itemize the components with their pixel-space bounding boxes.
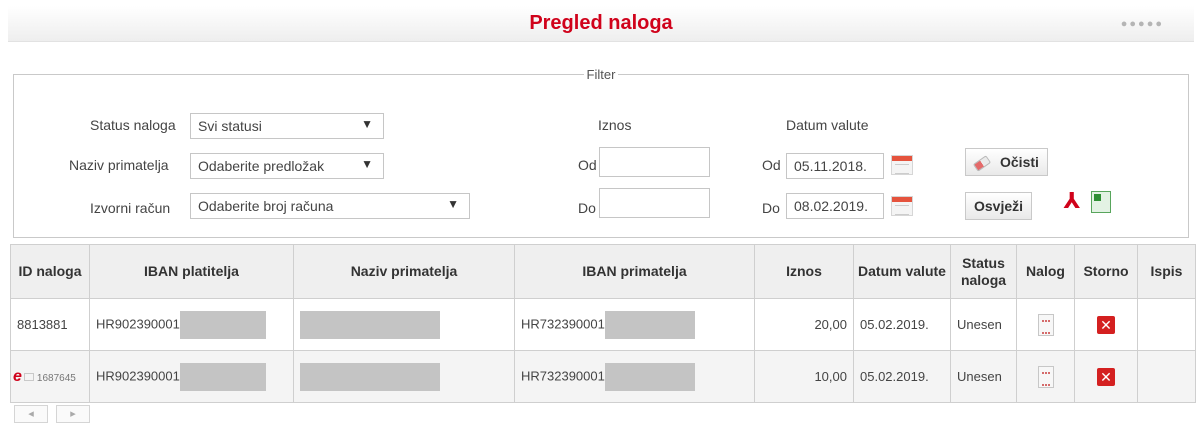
- cell-print: [1137, 350, 1196, 403]
- pdf-icon[interactable]: ⅄: [1062, 189, 1082, 213]
- status-label: Status naloga: [90, 117, 176, 133]
- col-iban-payer[interactable]: IBAN platitelja: [89, 244, 294, 299]
- amount-to-input[interactable]: [599, 188, 710, 218]
- redacted-block: [300, 362, 440, 391]
- redacted-block: [604, 362, 695, 391]
- chevron-down-icon: ▼: [447, 197, 459, 211]
- page-header: Pregled naloga ●●●●●: [8, 6, 1194, 42]
- iban-recipient-text: HR732390001: [521, 367, 605, 383]
- clear-button-label: Očisti: [1000, 154, 1039, 170]
- cell-cancel: ✕: [1074, 350, 1138, 403]
- calendar-icon[interactable]: [891, 155, 913, 175]
- id-text: 1687645: [36, 372, 76, 384]
- cell-cancel: ✕: [1074, 298, 1138, 351]
- eraser-icon: [972, 155, 992, 172]
- calendar-icon[interactable]: [891, 196, 913, 216]
- checkbox-icon[interactable]: [23, 372, 34, 381]
- cell-order: [1016, 298, 1075, 351]
- document-icon[interactable]: [1037, 313, 1054, 336]
- cell-recipient: [293, 350, 515, 403]
- page-title: Pregled naloga: [529, 12, 673, 34]
- cell-id: e 1687645: [10, 350, 90, 403]
- chevron-down-icon: ▼: [361, 157, 373, 171]
- cell-date: 05.02.2019.: [853, 350, 951, 403]
- cell-recipient: [293, 298, 515, 351]
- orders-table: ID naloga IBAN platitelja Naziv primatel…: [10, 244, 1196, 403]
- cell-print: [1137, 298, 1196, 351]
- cell-status: Unesen: [950, 298, 1017, 351]
- col-recipient[interactable]: Naziv primatelja: [293, 244, 515, 299]
- col-id[interactable]: ID naloga: [10, 244, 90, 299]
- redacted-block: [604, 310, 695, 339]
- source-account-value: Odaberite broj računa: [198, 198, 334, 214]
- cell-iban-payer: HR902390001: [89, 350, 294, 403]
- cell-order: [1016, 350, 1075, 403]
- cancel-x-icon[interactable]: ✕: [1097, 367, 1115, 386]
- redacted-block: [300, 310, 440, 339]
- col-iban-recipient[interactable]: IBAN primatelja: [514, 244, 755, 299]
- amount-label: Iznos: [598, 117, 632, 133]
- document-icon[interactable]: [1037, 365, 1054, 388]
- iban-recipient-text: HR732390001: [521, 315, 605, 331]
- redacted-block: [179, 310, 266, 339]
- cell-id: 8813881: [10, 298, 90, 351]
- cell-date: 05.02.2019.: [853, 298, 951, 351]
- excel-icon[interactable]: [1091, 191, 1111, 213]
- cell-iban-recipient: HR732390001: [514, 298, 755, 351]
- refresh-button-label: Osvježi: [974, 198, 1024, 214]
- recipient-value: Odaberite predložak: [198, 158, 325, 174]
- prev-page-button[interactable]: ◂: [14, 405, 48, 423]
- cell-amount: 10,00: [754, 350, 854, 403]
- recipient-select[interactable]: Odaberite predložak ▼: [190, 153, 384, 179]
- cell-amount: 20,00: [754, 298, 854, 351]
- table-row[interactable]: e 1687645 HR902390001 HR732390001 10,00 0…: [10, 350, 1196, 403]
- source-account-select[interactable]: Odaberite broj računa ▼: [190, 193, 470, 219]
- chevron-down-icon: ▼: [361, 117, 373, 131]
- redacted-block: [179, 362, 266, 391]
- recipient-label: Naziv primatelja: [69, 157, 169, 173]
- filter-legend: Filter: [583, 67, 619, 82]
- e-invoice-icon[interactable]: e: [13, 368, 22, 385]
- table-row[interactable]: 8813881 HR902390001 HR732390001 20,00 05…: [10, 298, 1196, 351]
- date-from-label: Od: [762, 157, 781, 173]
- col-amount[interactable]: Iznos: [754, 244, 854, 299]
- filter-panel: Filter Status naloga Svi statusi ▼ Naziv…: [13, 67, 1189, 238]
- cell-iban-payer: HR902390001: [89, 298, 294, 351]
- iban-payer-text: HR902390001: [96, 315, 180, 331]
- amount-to-label: Do: [578, 200, 596, 216]
- refresh-button[interactable]: Osvježi: [965, 192, 1033, 220]
- date-to-input[interactable]: 08.02.2019.: [786, 193, 884, 219]
- menu-dots-icon[interactable]: ●●●●●: [1121, 18, 1164, 30]
- amount-from-label: Od: [578, 157, 597, 173]
- table-header-row: ID naloga IBAN platitelja Naziv primatel…: [10, 244, 1196, 299]
- cancel-x-icon[interactable]: ✕: [1097, 315, 1115, 334]
- iban-payer-text: HR902390001: [96, 367, 180, 383]
- col-status[interactable]: Status naloga: [950, 244, 1017, 299]
- value-date-label: Datum valute: [786, 117, 869, 133]
- status-value: Svi statusi: [198, 118, 262, 134]
- date-to-label: Do: [762, 200, 780, 216]
- col-order: Nalog: [1016, 244, 1075, 299]
- cell-status: Unesen: [950, 350, 1017, 403]
- source-account-label: Izvorni račun: [90, 200, 171, 216]
- date-from-input[interactable]: 05.11.2018.: [786, 153, 884, 179]
- col-cancel: Storno: [1074, 244, 1138, 299]
- cell-iban-recipient: HR732390001: [514, 350, 755, 403]
- col-print: Ispis: [1137, 244, 1196, 299]
- amount-from-input[interactable]: [599, 147, 710, 177]
- next-page-button[interactable]: ▸: [56, 405, 90, 423]
- status-select[interactable]: Svi statusi ▼: [190, 113, 384, 139]
- clear-button[interactable]: Očisti: [965, 148, 1048, 176]
- col-value-date[interactable]: Datum valute: [853, 244, 951, 299]
